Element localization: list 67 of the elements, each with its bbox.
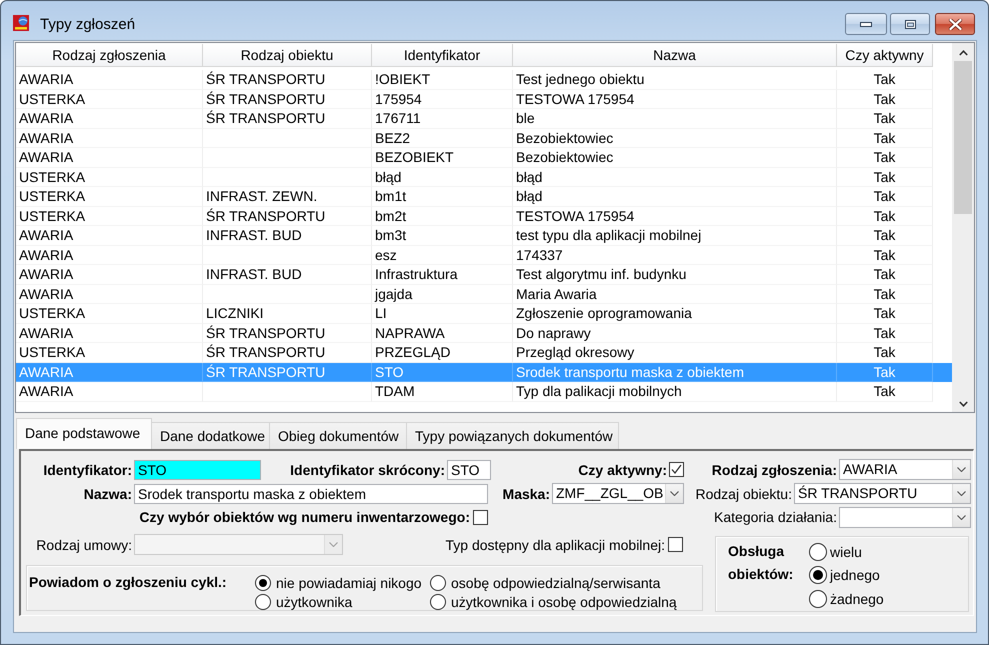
- checkbox[interactable]: [668, 537, 683, 552]
- tab[interactable]: Dane dodatkowe: [151, 422, 270, 449]
- field-label: Rodzaj zgłoszenia:: [710, 460, 837, 478]
- group-label: Powiadom o zgłoszeniu cykl.:: [29, 573, 228, 592]
- radio-label[interactable]: jednego: [830, 566, 880, 584]
- chevron-down-icon: [957, 514, 966, 520]
- column-header[interactable]: Rodzaj obiektu: [203, 44, 372, 67]
- checkbox[interactable]: [669, 462, 684, 477]
- radio-button[interactable]: [255, 594, 271, 610]
- chevron-down-icon: [957, 491, 966, 496]
- radio-label[interactable]: wielu: [830, 542, 862, 561]
- field-label: Rodzaj obiektu:: [694, 484, 792, 502]
- radio-label[interactable]: użytkownika: [276, 592, 352, 610]
- tab[interactable]: Typy powiązanych dokumentów: [406, 422, 619, 449]
- text-field[interactable]: Srodek transportu maska z obiektem: [134, 484, 488, 504]
- maximize-button[interactable]: [890, 13, 930, 35]
- column-header[interactable]: Identyfikator: [372, 44, 513, 67]
- checkbox[interactable]: [473, 510, 488, 524]
- column-header[interactable]: Rodzaj zgłoszenia: [16, 44, 203, 67]
- field-label: Typ dostępny dla aplikacji mobilnej:: [444, 536, 665, 554]
- field-label: Identyfikator:: [42, 460, 132, 478]
- column-header[interactable]: Nazwa: [513, 44, 837, 67]
- radio-button[interactable]: [809, 566, 827, 584]
- table-cell: TDAM: [372, 382, 513, 402]
- radio-button[interactable]: [255, 574, 271, 590]
- radio-label[interactable]: żadnego: [830, 590, 884, 608]
- radio-button[interactable]: [430, 594, 446, 610]
- field-label: Czy aktywny:: [577, 460, 667, 478]
- text-field[interactable]: STO: [134, 460, 261, 480]
- field-label: Czy wybór obiektów wg numeru inwentarzowego:: [138, 508, 470, 526]
- radio-label[interactable]: osobę odpowiedzialną/serwisanta: [451, 574, 660, 592]
- minimize-icon: [860, 22, 872, 26]
- maximize-icon: [904, 20, 916, 28]
- text-field[interactable]: STO: [447, 460, 491, 480]
- checkmark-icon: [671, 464, 682, 475]
- field-label: Rodzaj umowy:: [35, 536, 132, 554]
- chevron-down-icon: [670, 491, 679, 496]
- close-button[interactable]: [935, 13, 975, 35]
- minimize-button[interactable]: [845, 13, 887, 35]
- dropdown[interactable]: ŚR TRANSPORTU: [794, 483, 971, 504]
- dropdown[interactable]: ZMF__ZGL__OB: [552, 483, 684, 504]
- field-label: Nazwa:: [82, 484, 132, 502]
- chevron-down-icon: [957, 467, 966, 472]
- radio-button[interactable]: [809, 590, 827, 608]
- window-title: Typy zgłoszeń: [40, 16, 136, 34]
- chevron-down-icon[interactable]: [958, 400, 968, 406]
- app-logo-icon: [13, 15, 29, 31]
- field-label: Identyfikator skrócony:: [289, 460, 445, 478]
- table-cell: Typ dla palikacji mobilnych: [513, 382, 837, 402]
- scrollbar[interactable]: [952, 43, 974, 412]
- group-label: Obsługa obiektów:: [728, 542, 794, 584]
- table-cell: AWARIA: [16, 382, 203, 402]
- column-header[interactable]: Czy aktywny: [837, 44, 933, 67]
- dropdown[interactable]: AWARIA: [839, 459, 971, 480]
- scrollbar-thumb[interactable]: [954, 61, 972, 214]
- tab[interactable]: Obieg dokumentów: [269, 422, 407, 449]
- table-cell: Tak: [837, 382, 933, 402]
- close-icon: [948, 18, 962, 30]
- chevron-down-icon: [329, 542, 338, 547]
- field-label: Kategoria działania:: [713, 508, 837, 526]
- field-label: Maska:: [502, 484, 550, 502]
- radio-label[interactable]: nie powiadamiaj nikogo: [276, 574, 422, 592]
- tab[interactable]: Dane podstawowe: [16, 418, 152, 449]
- radio-button[interactable]: [809, 542, 827, 561]
- radio-button[interactable]: [430, 574, 446, 590]
- chevron-up-icon[interactable]: [958, 50, 968, 56]
- radio-label[interactable]: użytkownika i osobę odpowiedzialną: [451, 592, 677, 610]
